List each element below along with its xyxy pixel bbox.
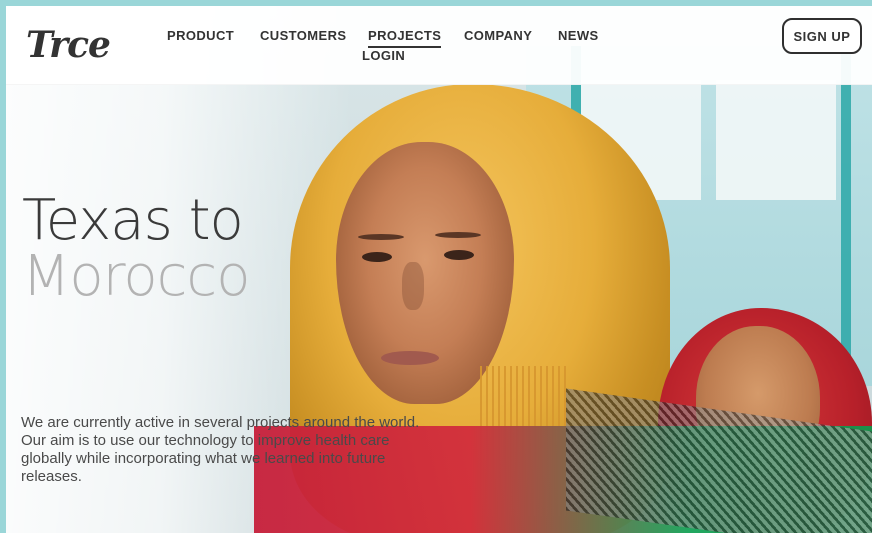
woman-nose: [402, 262, 424, 310]
nav-item-projects[interactable]: PROJECTS: [368, 28, 442, 48]
woman-face: [336, 142, 514, 404]
woman-eye: [444, 250, 474, 260]
woman-brow: [435, 232, 481, 238]
hero-title-line-2: Morocco: [22, 244, 250, 309]
nav-item-product[interactable]: PRODUCT: [167, 28, 234, 43]
main-nav: PRODUCT CUSTOMERS PROJECTS COMPANY NEWS …: [6, 6, 872, 84]
nav-item-news[interactable]: NEWS: [558, 28, 599, 43]
top-header: Trce PRODUCT CUSTOMERS PROJECTS COMPANY …: [6, 6, 872, 85]
signup-button[interactable]: SIGN UP: [782, 18, 862, 54]
woman-brow: [358, 234, 404, 240]
nav-item-company[interactable]: COMPANY: [464, 28, 532, 43]
hero-description: We are currently active in several proje…: [21, 414, 420, 485]
nav-item-login[interactable]: LOGIN: [362, 48, 405, 63]
nav-item-customers[interactable]: CUSTOMERS: [260, 28, 346, 43]
woman-eye: [362, 252, 392, 262]
window-pane: [716, 80, 836, 200]
woman-mouth: [381, 351, 439, 365]
